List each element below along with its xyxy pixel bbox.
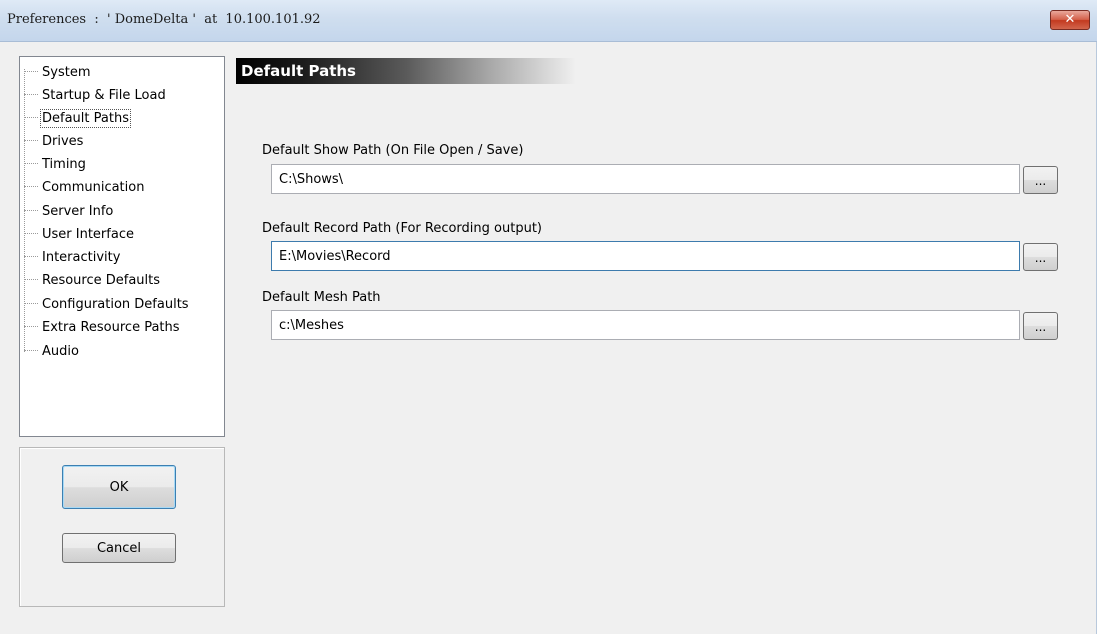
- close-icon: ✕: [1064, 12, 1076, 27]
- mesh-path-label: Default Mesh Path: [262, 290, 381, 305]
- mesh-path-browse-button[interactable]: ...: [1023, 312, 1058, 340]
- nav-item-communication[interactable]: Communication: [20, 176, 145, 198]
- show-path-browse-button[interactable]: ...: [1023, 166, 1058, 194]
- tree-branch-icon: [24, 256, 38, 258]
- tree-branch-icon: [24, 71, 38, 73]
- nav-item-resource-defaults[interactable]: Resource Defaults: [20, 269, 161, 291]
- tree-branch-icon: [24, 233, 38, 235]
- nav-item-label: Startup & File Load: [42, 87, 166, 103]
- tree-branch-icon: [24, 326, 38, 328]
- nav-item-audio[interactable]: Audio: [20, 340, 80, 362]
- tree-branch-icon: [24, 303, 38, 305]
- tree-branch-icon: [24, 186, 38, 188]
- show-path-label: Default Show Path (On File Open / Save): [262, 143, 524, 158]
- record-path-browse-button[interactable]: ...: [1023, 243, 1058, 271]
- nav-item-label: Configuration Defaults: [42, 296, 189, 312]
- tree-branch-icon: [24, 163, 38, 165]
- ok-button[interactable]: OK: [62, 465, 176, 509]
- dialog-button-panel: OK Cancel: [19, 447, 225, 607]
- nav-item-drives[interactable]: Drives: [20, 130, 84, 152]
- nav-item-label: Timing: [42, 156, 86, 172]
- nav-item-extra-resource-paths[interactable]: Extra Resource Paths: [20, 316, 181, 338]
- nav-item-startup-file-load[interactable]: Startup & File Load: [20, 84, 167, 106]
- nav-item-timing[interactable]: Timing: [20, 153, 87, 175]
- nav-item-label: Interactivity: [42, 249, 121, 265]
- section-title: Default Paths: [236, 58, 576, 84]
- title-bar[interactable]: Preferences : ' DomeDelta ' at 10.100.10…: [0, 0, 1097, 42]
- tree-branch-icon: [24, 94, 38, 96]
- record-path-label: Default Record Path (For Recording outpu…: [262, 221, 542, 236]
- nav-item-default-paths[interactable]: Default Paths: [20, 107, 131, 129]
- preferences-category-tree[interactable]: System Startup & File Load Default Paths…: [19, 56, 225, 437]
- nav-item-user-interface[interactable]: User Interface: [20, 223, 135, 245]
- tree-branch-icon: [24, 350, 38, 352]
- nav-item-server-info[interactable]: Server Info: [20, 200, 114, 222]
- tree-branch-icon: [24, 210, 38, 212]
- nav-item-label: User Interface: [42, 226, 134, 242]
- nav-item-label: Default Paths: [40, 108, 131, 128]
- nav-item-label: Audio: [42, 343, 79, 359]
- cancel-button[interactable]: Cancel: [62, 533, 176, 563]
- preferences-window: Preferences : ' DomeDelta ' at 10.100.10…: [0, 0, 1097, 634]
- tree-branch-icon: [24, 140, 38, 142]
- nav-item-label: Communication: [42, 179, 145, 195]
- tree-branch-icon: [24, 117, 38, 119]
- tree-branch-icon: [24, 279, 38, 281]
- close-button[interactable]: ✕: [1050, 10, 1090, 30]
- nav-item-interactivity[interactable]: Interactivity: [20, 246, 121, 268]
- show-path-input[interactable]: [271, 164, 1020, 194]
- mesh-path-input[interactable]: [271, 310, 1020, 340]
- record-path-input[interactable]: [271, 241, 1020, 271]
- nav-item-label: System: [42, 64, 91, 80]
- window-title: Preferences : ' DomeDelta ' at 10.100.10…: [7, 12, 321, 27]
- nav-item-label: Drives: [42, 133, 84, 149]
- nav-item-configuration-defaults[interactable]: Configuration Defaults: [20, 293, 190, 315]
- nav-item-label: Extra Resource Paths: [42, 319, 180, 335]
- nav-item-system[interactable]: System: [20, 61, 91, 83]
- nav-item-label: Resource Defaults: [42, 272, 161, 288]
- nav-item-label: Server Info: [42, 203, 114, 219]
